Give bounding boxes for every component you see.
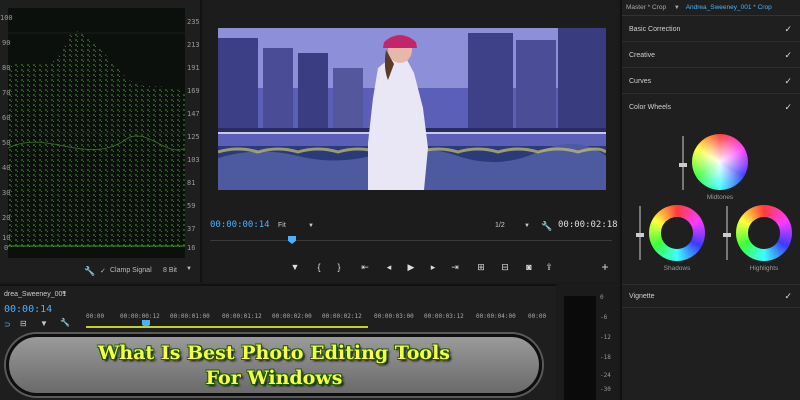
fit-select[interactable]: Fit	[278, 222, 286, 229]
go-to-out-icon[interactable]: ⇥	[448, 260, 462, 274]
section-toggle-checkbox[interactable]: ✓	[784, 76, 792, 87]
program-monitor: 00:00:00:14 Fit ▼ 1/2 ▼ 🔧 00:00:02:18 ▼ …	[204, 0, 618, 282]
play-icon[interactable]: ▶	[404, 260, 418, 274]
shadows-slider[interactable]	[636, 206, 644, 260]
program-time-ruler[interactable]	[210, 240, 612, 241]
audio-meter: 0 -6 -12 -18 -24 -30	[558, 284, 618, 400]
shadows-label: Shadows	[663, 265, 691, 272]
wrench-icon[interactable]: 🔧	[84, 266, 95, 277]
scope-footer: 🔧 ✓ Clamp Signal 8 Bit ▼	[0, 262, 202, 280]
wrench-icon[interactable]: 🔧	[541, 221, 552, 232]
title-banner: What Is Best Photo Editing Tools For Win…	[6, 334, 542, 396]
video-still-image	[218, 28, 606, 190]
waveform-scope	[8, 8, 185, 258]
highlights-color-wheel[interactable]	[736, 205, 792, 261]
lumetri-header: Master * Crop ▼ Andrea_Sweeney_001 * Cro…	[622, 0, 800, 16]
lumetri-color-panel: Master * Crop ▼ Andrea_Sweeney_001 * Cro…	[620, 0, 800, 400]
add-marker-icon[interactable]: ▼	[40, 319, 48, 328]
section-creative[interactable]: Creative ✓	[622, 44, 800, 68]
program-timecode-duration: 00:00:02:18	[558, 220, 618, 230]
clamp-checkbox[interactable]: ✓	[100, 267, 106, 275]
playhead[interactable]	[288, 236, 296, 244]
section-toggle-checkbox[interactable]: ✓	[784, 50, 792, 61]
audio-meter-bar	[564, 296, 596, 400]
midtones-label: Midtones	[706, 194, 734, 201]
clip-crop-label[interactable]: Andrea_Sweeney_001 * Crop	[686, 4, 772, 11]
menu-icon[interactable]: ≡	[62, 290, 66, 297]
step-forward-icon[interactable]: ▸	[426, 260, 440, 274]
extract-icon[interactable]: ⊟	[498, 260, 512, 274]
chevron-down-icon[interactable]: ▼	[186, 266, 192, 272]
linked-selection-icon[interactable]: ⊟	[20, 319, 27, 328]
step-back-icon[interactable]: ◂	[382, 260, 396, 274]
chevron-down-icon[interactable]: ▼	[674, 5, 680, 11]
program-video-frame	[218, 28, 606, 190]
shadows-color-wheel[interactable]	[649, 205, 705, 261]
resolution-select[interactable]: 1/2	[495, 222, 505, 229]
sequence-tab[interactable]: drea_Sweeney_001	[4, 291, 66, 298]
add-button-icon[interactable]: +	[598, 260, 612, 274]
chevron-down-icon[interactable]: ▼	[308, 223, 314, 229]
midtones-slider[interactable]	[679, 136, 687, 190]
mark-out-icon[interactable]: }	[332, 260, 346, 274]
section-toggle-checkbox[interactable]: ✓	[784, 102, 792, 113]
section-curves[interactable]: Curves ✓	[622, 70, 800, 94]
section-basic-correction[interactable]: Basic Correction ✓	[622, 18, 800, 42]
lumetri-scopes-panel: 100 90 80 70 60 50 40 30 20 10 0 235 213…	[0, 0, 202, 282]
transport-controls: ▼ { } ⇤ ◂ ▶ ▸ ⇥ ⊞ ⊟ ◙ ⇪ +	[204, 258, 618, 278]
export-frame-icon[interactable]: ⇪	[542, 260, 556, 274]
bit-depth-select[interactable]: 8 Bit	[163, 267, 177, 274]
section-color-wheels[interactable]: Color Wheels ✓	[622, 96, 800, 120]
section-toggle-checkbox[interactable]: ✓	[784, 24, 792, 35]
work-area-bar[interactable]	[86, 326, 368, 328]
highlights-slider[interactable]	[723, 206, 731, 260]
clamp-signal-label: Clamp Signal	[110, 267, 152, 274]
waveform-trace	[8, 31, 185, 248]
master-crop-label[interactable]: Master * Crop	[626, 4, 666, 11]
go-to-in-icon[interactable]: ⇤	[358, 260, 372, 274]
banner-title: What Is Best Photo Editing Tools For Win…	[97, 342, 451, 389]
section-vignette[interactable]: Vignette ✓	[622, 284, 800, 308]
camera-icon[interactable]: ◙	[522, 260, 536, 274]
lift-icon[interactable]: ⊞	[474, 260, 488, 274]
mark-in-icon[interactable]: {	[312, 260, 326, 274]
marker-icon[interactable]: ▼	[288, 260, 302, 274]
wrench-icon[interactable]: 🔧	[60, 318, 70, 327]
section-toggle-checkbox[interactable]: ✓	[784, 291, 792, 302]
chevron-down-icon[interactable]: ▼	[524, 223, 530, 229]
highlights-label: Highlights	[749, 265, 779, 272]
timeline-timecode[interactable]: 00:00:14	[4, 304, 52, 315]
snap-icon[interactable]: ⊃	[4, 320, 11, 329]
midtones-color-wheel[interactable]	[692, 134, 748, 190]
program-timecode-current[interactable]: 00:00:00:14	[210, 220, 270, 230]
